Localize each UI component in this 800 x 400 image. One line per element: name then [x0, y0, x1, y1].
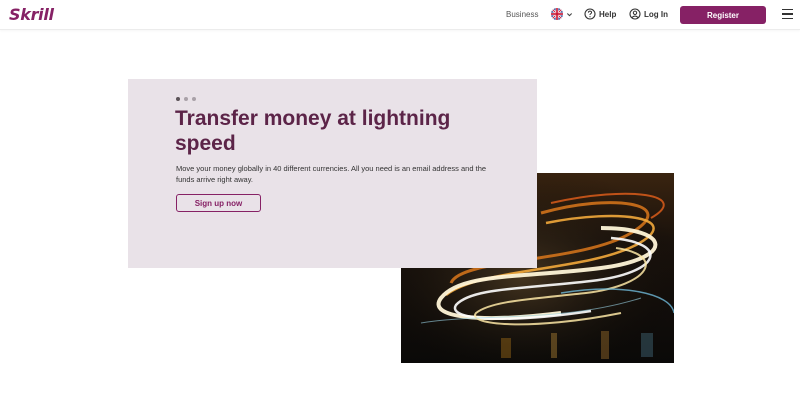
- hero-description: Move your money globally in 40 different…: [176, 164, 487, 184]
- carousel-dot-2[interactable]: [184, 97, 188, 101]
- business-link[interactable]: Business: [506, 10, 538, 19]
- language-selector[interactable]: [551, 8, 573, 20]
- hero-card: Transfer money at lightning speed Move y…: [128, 79, 537, 268]
- hero-title: Transfer money at lightning speed: [175, 107, 451, 155]
- site-header: Skrill Business Help Log In Register: [0, 0, 800, 30]
- sign-up-button[interactable]: Sign up now: [176, 194, 261, 212]
- carousel-dot-3[interactable]: [192, 97, 196, 101]
- login-label: Log In: [644, 9, 668, 19]
- help-link[interactable]: Help: [584, 8, 616, 20]
- carousel-dot-1[interactable]: [176, 97, 180, 101]
- carousel-indicators: [176, 97, 196, 101]
- help-label: Help: [599, 9, 617, 19]
- login-link[interactable]: Log In: [629, 8, 668, 20]
- hamburger-menu-icon[interactable]: [782, 9, 793, 20]
- help-circle-icon: [584, 8, 596, 20]
- register-button[interactable]: Register: [680, 6, 766, 24]
- user-circle-icon: [629, 8, 641, 20]
- chevron-down-icon: [566, 12, 573, 16]
- uk-flag-icon: [551, 8, 563, 20]
- skrill-logo[interactable]: Skrill: [9, 5, 54, 24]
